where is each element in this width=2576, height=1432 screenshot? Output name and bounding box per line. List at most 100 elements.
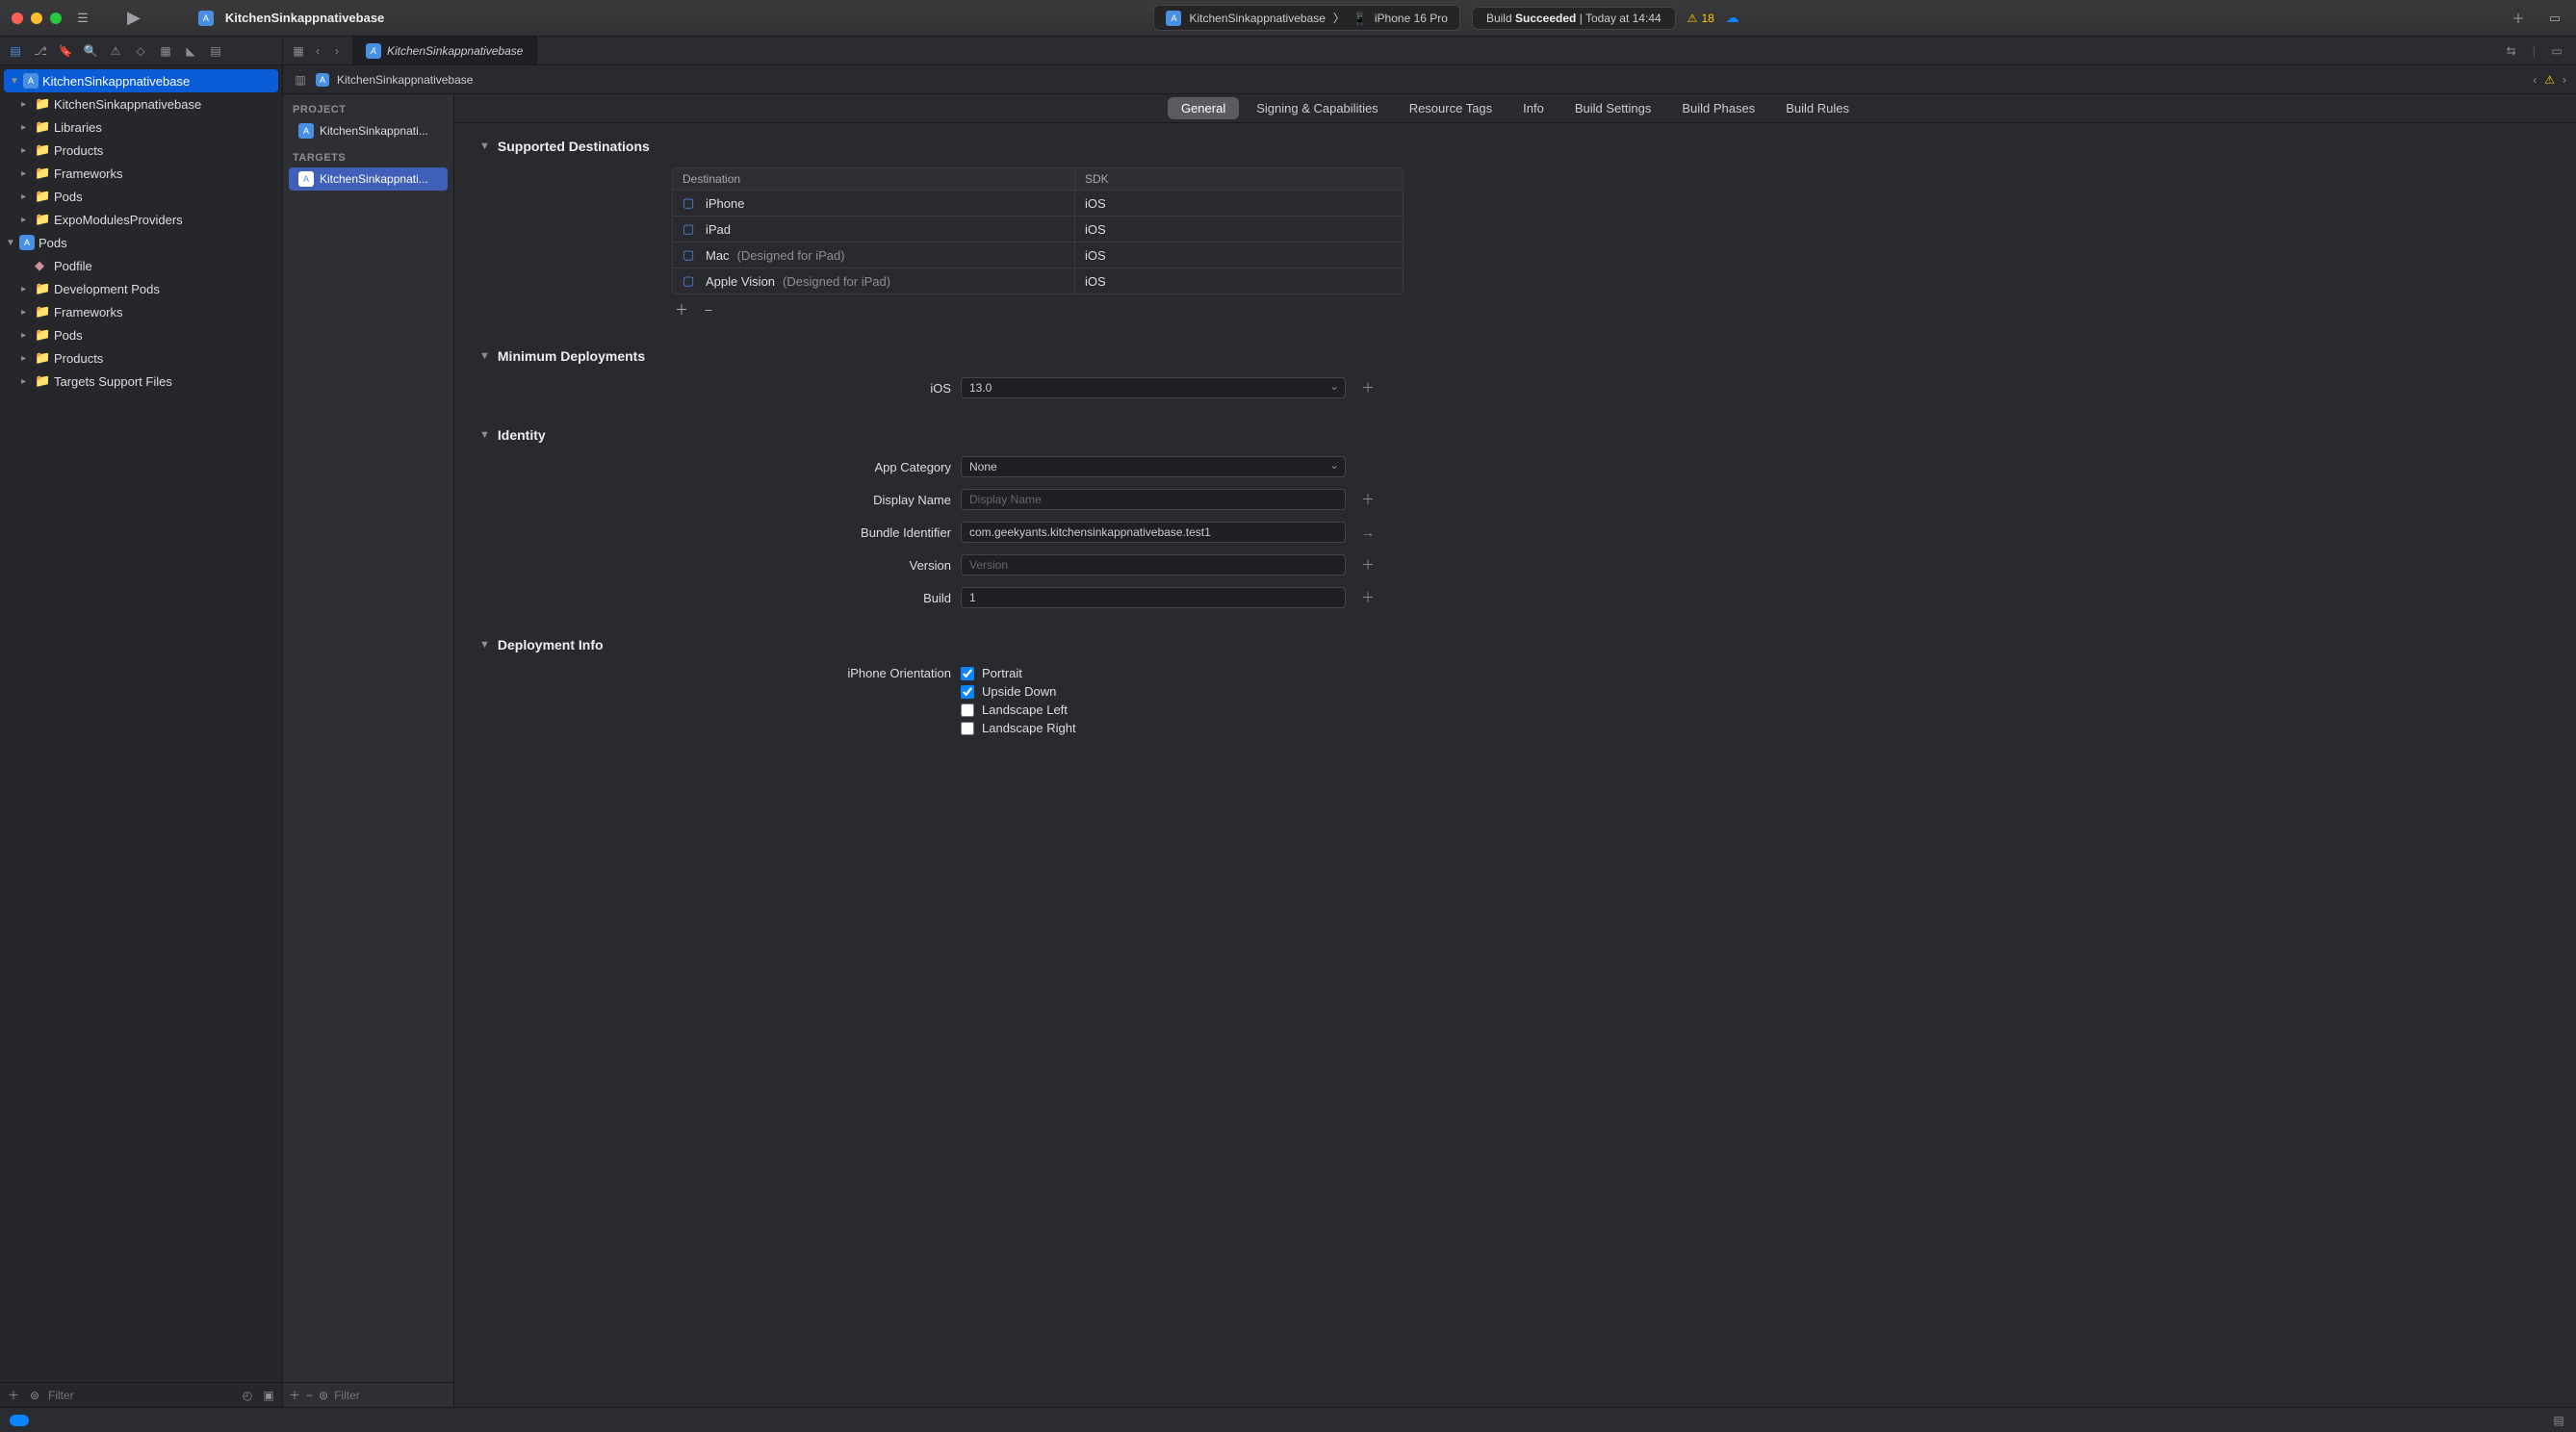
app-category-select[interactable]: None <box>961 456 1346 477</box>
project-item[interactable]: A KitchenSinkappnati... <box>289 119 448 142</box>
add-files-button[interactable]: ＋ <box>6 1388 21 1403</box>
bookmark-nav-icon[interactable]: 🔖 <box>58 43 73 59</box>
settings-tab[interactable]: General <box>1168 97 1239 119</box>
target-item[interactable]: A KitchenSinkappnati... <box>289 167 448 191</box>
issues-nav-icon[interactable]: ⚠ <box>108 43 123 59</box>
nav-item[interactable]: ▸📁Frameworks <box>0 300 282 323</box>
remove-destination-button[interactable]: − <box>699 300 718 320</box>
disclosure-icon[interactable]: ▼ <box>6 238 15 248</box>
column-header-destination[interactable]: Destination <box>673 168 1075 190</box>
debug-area-toggle[interactable] <box>10 1415 29 1426</box>
forward-button[interactable]: › <box>329 43 345 59</box>
crumb-project[interactable]: KitchenSinkappnativebase <box>337 73 473 87</box>
filter-scope-icon[interactable]: ⊜ <box>27 1388 42 1403</box>
tests-nav-icon[interactable]: ◇ <box>133 43 148 59</box>
close-button[interactable] <box>12 13 23 24</box>
crumb-warning-icon[interactable]: ⚠ <box>2544 73 2555 87</box>
debug-nav-icon[interactable]: ▦ <box>158 43 173 59</box>
library-button[interactable]: ▭ <box>2545 9 2564 28</box>
nav-item[interactable]: ▸📁Pods <box>0 185 282 208</box>
source-control-nav-icon[interactable]: ⎇ <box>33 43 48 59</box>
disclosure-icon[interactable]: ▸ <box>21 145 31 156</box>
min-deploy-select[interactable]: 13.0 <box>961 377 1346 398</box>
nav-item[interactable]: ▸📁Libraries <box>0 115 282 139</box>
orientation-checkbox[interactable] <box>961 685 974 699</box>
bundle-id-input[interactable] <box>961 522 1346 543</box>
sidebar-toggle-icon[interactable]: ☰ <box>73 9 92 28</box>
build-status[interactable]: Build Succeeded | Today at 14:44 <box>1472 7 1676 30</box>
add-deployment-button[interactable]: ＋ <box>1361 378 1375 397</box>
section-disclosure-icon[interactable]: ▼ <box>479 429 490 441</box>
scheme-selector[interactable]: A KitchenSinkappnativebase 〉 📱 iPhone 16… <box>1153 5 1459 31</box>
nav-item[interactable]: ◆Podfile <box>0 254 282 277</box>
nav-item[interactable]: ▼AKitchenSinkappnativebase <box>4 69 278 92</box>
orientation-checkbox[interactable] <box>961 722 974 735</box>
breakpoint-nav-icon[interactable]: ◣ <box>183 43 198 59</box>
disclosure-icon[interactable]: ▸ <box>21 284 31 294</box>
crumb-back[interactable]: ‹ <box>2533 73 2537 87</box>
settings-tab[interactable]: Build Rules <box>1772 97 1863 119</box>
run-button[interactable]: ▶ <box>127 8 141 28</box>
section-disclosure-icon[interactable]: ▼ <box>479 350 490 362</box>
build-add-button[interactable]: ＋ <box>1361 588 1375 607</box>
display-name-add-button[interactable]: ＋ <box>1361 490 1375 509</box>
hide-targets-button[interactable]: ▥ <box>293 72 308 88</box>
folder-nav-icon[interactable]: ▤ <box>8 43 23 59</box>
table-row[interactable]: ▢iPadiOS <box>673 217 1403 243</box>
settings-tab[interactable]: Info <box>1509 97 1558 119</box>
settings-tab[interactable]: Build Settings <box>1561 97 1665 119</box>
settings-tab[interactable]: Signing & Capabilities <box>1243 97 1391 119</box>
inspector-toggle-icon[interactable]: ▭ <box>2549 43 2564 59</box>
add-target-button[interactable]: ＋ <box>289 1388 300 1403</box>
settings-tab[interactable]: Build Phases <box>1668 97 1768 119</box>
remove-target-button[interactable]: − <box>306 1388 313 1403</box>
disclosure-icon[interactable]: ▸ <box>21 168 31 179</box>
maximize-button[interactable] <box>50 13 62 24</box>
build-input[interactable] <box>961 587 1346 608</box>
related-items-icon[interactable]: ▦ <box>291 43 306 59</box>
editor-options-icon[interactable]: ⇆ <box>2504 43 2519 59</box>
table-row[interactable]: ▢Mac (Designed for iPad)iOS <box>673 243 1403 268</box>
column-header-sdk[interactable]: SDK <box>1075 168 1403 190</box>
table-row[interactable]: ▢iPhoneiOS <box>673 191 1403 217</box>
filter-icon[interactable]: ⊜ <box>319 1388 328 1403</box>
disclosure-icon[interactable]: ▸ <box>21 99 31 110</box>
disclosure-icon[interactable]: ▸ <box>21 192 31 202</box>
nav-item[interactable]: ▸📁Development Pods <box>0 277 282 300</box>
nav-item[interactable]: ▸📁Products <box>0 139 282 162</box>
section-disclosure-icon[interactable]: ▼ <box>479 639 490 651</box>
recent-filter-icon[interactable]: ◴ <box>240 1388 255 1403</box>
settings-tab[interactable]: Resource Tags <box>1396 97 1506 119</box>
version-input[interactable] <box>961 554 1346 575</box>
section-disclosure-icon[interactable]: ▼ <box>479 141 490 152</box>
add-destination-button[interactable]: ＋ <box>672 300 691 320</box>
nav-item[interactable]: ▸📁Products <box>0 346 282 370</box>
disclosure-icon[interactable]: ▸ <box>21 307 31 318</box>
add-button[interactable]: ＋ <box>2509 9 2528 28</box>
table-row[interactable]: ▢Apple Vision (Designed for iPad)iOS <box>673 268 1403 294</box>
disclosure-icon[interactable]: ▸ <box>21 330 31 341</box>
find-nav-icon[interactable]: 🔍 <box>83 43 98 59</box>
nav-item[interactable]: ▸📁Pods <box>0 323 282 346</box>
console-toggle-icon[interactable]: ▤ <box>2551 1413 2566 1428</box>
scm-filter-icon[interactable]: ▣ <box>261 1388 276 1403</box>
nav-item[interactable]: ▸📁Targets Support Files <box>0 370 282 393</box>
warning-badge[interactable]: ⚠ 18 <box>1687 12 1714 25</box>
nav-item[interactable]: ▸📁KitchenSinkappnativebase <box>0 92 282 115</box>
disclosure-icon[interactable]: ▸ <box>21 353 31 364</box>
navigator-filter-input[interactable] <box>48 1389 234 1402</box>
nav-item[interactable]: ▸📁Frameworks <box>0 162 282 185</box>
disclosure-icon[interactable]: ▸ <box>21 215 31 225</box>
report-nav-icon[interactable]: ▤ <box>208 43 223 59</box>
cloud-status-icon[interactable]: ☁ <box>1726 10 1739 26</box>
nav-item[interactable]: ▼APods <box>0 231 282 254</box>
nav-item[interactable]: ▸📁ExpoModulesProviders <box>0 208 282 231</box>
disclosure-icon[interactable]: ▸ <box>21 376 31 387</box>
editor-tab[interactable]: A KitchenSinkappnativebase <box>352 37 537 64</box>
version-add-button[interactable]: ＋ <box>1361 555 1375 575</box>
crumb-forward[interactable]: › <box>2563 73 2566 87</box>
minimize-button[interactable] <box>31 13 42 24</box>
bundle-id-arrow-button[interactable]: → <box>1361 524 1375 540</box>
back-button[interactable]: ‹ <box>310 43 325 59</box>
orientation-checkbox[interactable] <box>961 703 974 717</box>
